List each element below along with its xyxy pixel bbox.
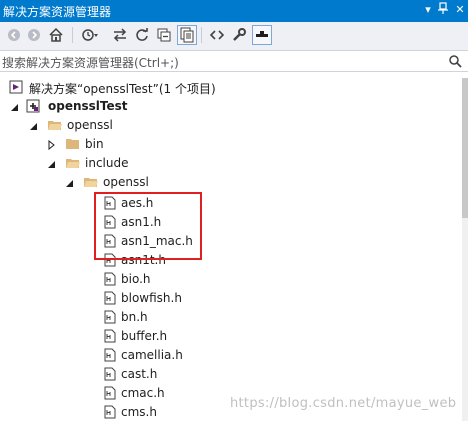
cpp-project-icon — [26, 99, 40, 113]
header-file-icon — [104, 272, 118, 286]
collapsed-arrow-icon[interactable] — [46, 139, 56, 151]
file-label: camellia.h — [121, 348, 183, 362]
header-file-icon — [104, 329, 118, 343]
tree-row-file[interactable]: cast.h — [0, 365, 468, 384]
watermark: https://blog.csdn.net/mayue_web — [230, 396, 457, 411]
search-input[interactable]: 搜索解决方案资源管理器(Ctrl+;) — [2, 54, 179, 71]
project-label: opensslTest — [48, 99, 128, 113]
search-box[interactable]: 搜索解决方案资源管理器(Ctrl+;) — [0, 50, 468, 72]
solution-icon — [9, 80, 23, 94]
header-file-icon — [104, 310, 118, 324]
open-folder-icon — [83, 175, 98, 189]
sync-icon[interactable] — [110, 25, 130, 45]
toolbar — [0, 22, 468, 51]
header-file-icon — [104, 386, 118, 400]
properties-icon[interactable] — [229, 25, 249, 45]
folder-label: bin — [85, 137, 104, 151]
dropdown-icon[interactable]: ▾ — [420, 2, 436, 18]
file-label: cms.h — [121, 405, 157, 419]
tree-row-folder[interactable]: include — [0, 154, 468, 173]
file-label: cmac.h — [121, 386, 165, 400]
forward-icon[interactable] — [24, 25, 44, 45]
expanded-arrow-icon[interactable] — [64, 177, 74, 187]
vertical-scrollbar[interactable] — [462, 78, 468, 421]
solution-label: 解决方案“opensslTest”(1 个项目) — [29, 82, 216, 96]
solution-tree: 解决方案“opensslTest”(1 个项目) opensslTest ope… — [0, 78, 468, 421]
tree-row-file[interactable]: aes.h — [0, 194, 468, 213]
tree-row-file[interactable]: bio.h — [0, 270, 468, 289]
toolbar-separator — [72, 27, 73, 43]
title-bar: 解决方案资源管理器 ▾ ✕ — [0, 0, 468, 22]
search-icon[interactable] — [448, 54, 462, 71]
window-title: 解决方案资源管理器 — [3, 5, 112, 19]
header-file-icon — [104, 405, 118, 419]
expanded-arrow-icon[interactable] — [9, 101, 19, 111]
file-label: cast.h — [121, 367, 158, 381]
tree-row-file[interactable]: asn1.h — [0, 213, 468, 232]
history-icon[interactable] — [80, 25, 100, 45]
home-icon[interactable] — [46, 25, 66, 45]
close-icon[interactable]: ✕ — [452, 2, 468, 18]
preview-icon[interactable] — [252, 25, 272, 45]
code-view-icon[interactable] — [207, 25, 227, 45]
tree-row-folder[interactable]: bin — [0, 135, 468, 154]
collapse-all-icon[interactable] — [154, 25, 174, 45]
refresh-icon[interactable] — [132, 25, 152, 45]
tree-row-file[interactable]: asn1t.h — [0, 251, 468, 270]
tree-row-file[interactable]: camellia.h — [0, 346, 468, 365]
scrollbar-thumb[interactable] — [462, 78, 468, 218]
tree-row-file[interactable]: blowfish.h — [0, 289, 468, 308]
back-icon[interactable] — [4, 25, 24, 45]
tree-row-solution[interactable]: 解决方案“opensslTest”(1 个项目) — [0, 78, 468, 97]
open-folder-icon — [65, 156, 80, 170]
tree-row-folder[interactable]: openssl — [0, 116, 468, 135]
tree-row-folder[interactable]: openssl — [0, 173, 468, 192]
folder-label: include — [85, 156, 129, 170]
tree-row-project[interactable]: opensslTest — [0, 97, 468, 116]
folder-label: openssl — [67, 118, 113, 132]
file-label: blowfish.h — [121, 291, 182, 305]
file-label: bio.h — [121, 272, 151, 286]
file-label: bn.h — [121, 310, 148, 324]
open-folder-icon — [47, 118, 62, 132]
header-file-icon — [104, 291, 118, 305]
tree-row-file[interactable]: asn1_mac.h — [0, 232, 468, 251]
highlight-box — [94, 192, 202, 260]
header-file-icon — [104, 367, 118, 381]
pin-icon[interactable] — [436, 2, 452, 18]
expanded-arrow-icon[interactable] — [46, 158, 56, 168]
folder-label: openssl — [103, 175, 149, 189]
expanded-arrow-icon[interactable] — [28, 120, 38, 130]
file-label: buffer.h — [121, 329, 168, 343]
toolbar-separator — [201, 27, 202, 43]
folder-icon — [65, 137, 79, 151]
show-all-files-icon[interactable] — [177, 25, 197, 45]
tree-row-file[interactable]: buffer.h — [0, 327, 468, 346]
tree-row-file[interactable]: bn.h — [0, 308, 468, 327]
header-file-icon — [104, 348, 118, 362]
